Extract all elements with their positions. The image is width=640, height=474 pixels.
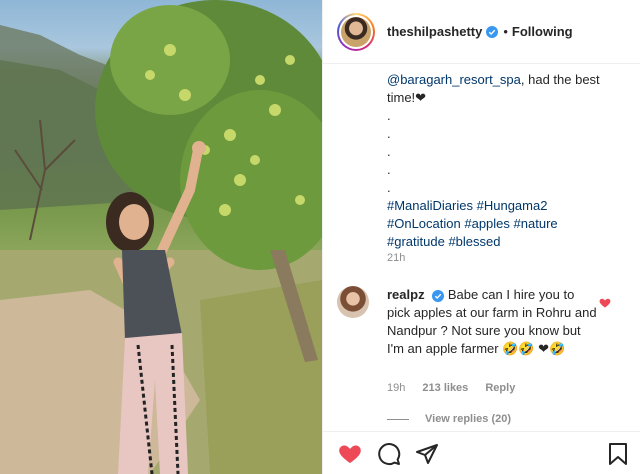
comment-like-heart-icon[interactable]: [599, 296, 611, 314]
caption-mention[interactable]: @baragarh_resort_spa: [387, 72, 521, 87]
caption-timestamp[interactable]: 21h: [387, 252, 405, 264]
post-media[interactable]: [0, 0, 322, 474]
hashtag-link[interactable]: #OnLocation: [387, 216, 461, 231]
verified-badge-icon: [486, 25, 499, 38]
comments-area[interactable]: @baragarh_resort_spa, had the best time!…: [323, 65, 640, 430]
view-replies-button[interactable]: View replies (20): [387, 413, 511, 425]
author-avatar[interactable]: [337, 12, 375, 51]
caption-dot: .: [387, 108, 391, 123]
comment-icon[interactable]: [377, 442, 401, 471]
comment-timestamp[interactable]: 19h: [387, 382, 405, 394]
photo-illustration: [0, 0, 322, 474]
hashtag-link[interactable]: #nature: [514, 216, 558, 231]
view-replies-divider: [387, 418, 409, 420]
hashtag-link[interactable]: #blessed: [448, 234, 500, 249]
post-caption: @baragarh_resort_spa, had the best time!…: [387, 71, 615, 251]
reply-button[interactable]: Reply: [485, 382, 515, 394]
caption-dot: .: [387, 180, 391, 195]
action-bar: [323, 431, 640, 474]
view-replies-label: View replies (20): [425, 413, 512, 425]
commenter-username[interactable]: realpz: [387, 287, 425, 302]
caption-dot: .: [387, 144, 391, 159]
share-icon[interactable]: [415, 442, 439, 471]
commenter-avatar[interactable]: [337, 286, 369, 318]
heart-filled-icon[interactable]: [337, 442, 363, 471]
following-button[interactable]: Following: [512, 24, 573, 39]
post-side-panel: theshilpashetty • Following @baragarh_re…: [322, 0, 640, 474]
hashtag-link[interactable]: #Hungama2: [477, 198, 548, 213]
comment-meta: 19h 213 likes Reply: [387, 382, 529, 394]
header-separator: •: [503, 24, 508, 39]
hashtag-link[interactable]: #apples: [464, 216, 510, 231]
caption-dot: .: [387, 126, 391, 141]
hashtag-link[interactable]: #ManaliDiaries: [387, 198, 473, 213]
post-header: theshilpashetty • Following: [323, 0, 640, 64]
bookmark-icon[interactable]: [607, 442, 629, 471]
hashtag-link[interactable]: #gratitude: [387, 234, 445, 249]
author-username[interactable]: theshilpashetty: [387, 24, 482, 39]
verified-badge-icon: [432, 290, 445, 302]
caption-dot: .: [387, 162, 391, 177]
comment-likes[interactable]: 213 likes: [422, 382, 468, 394]
